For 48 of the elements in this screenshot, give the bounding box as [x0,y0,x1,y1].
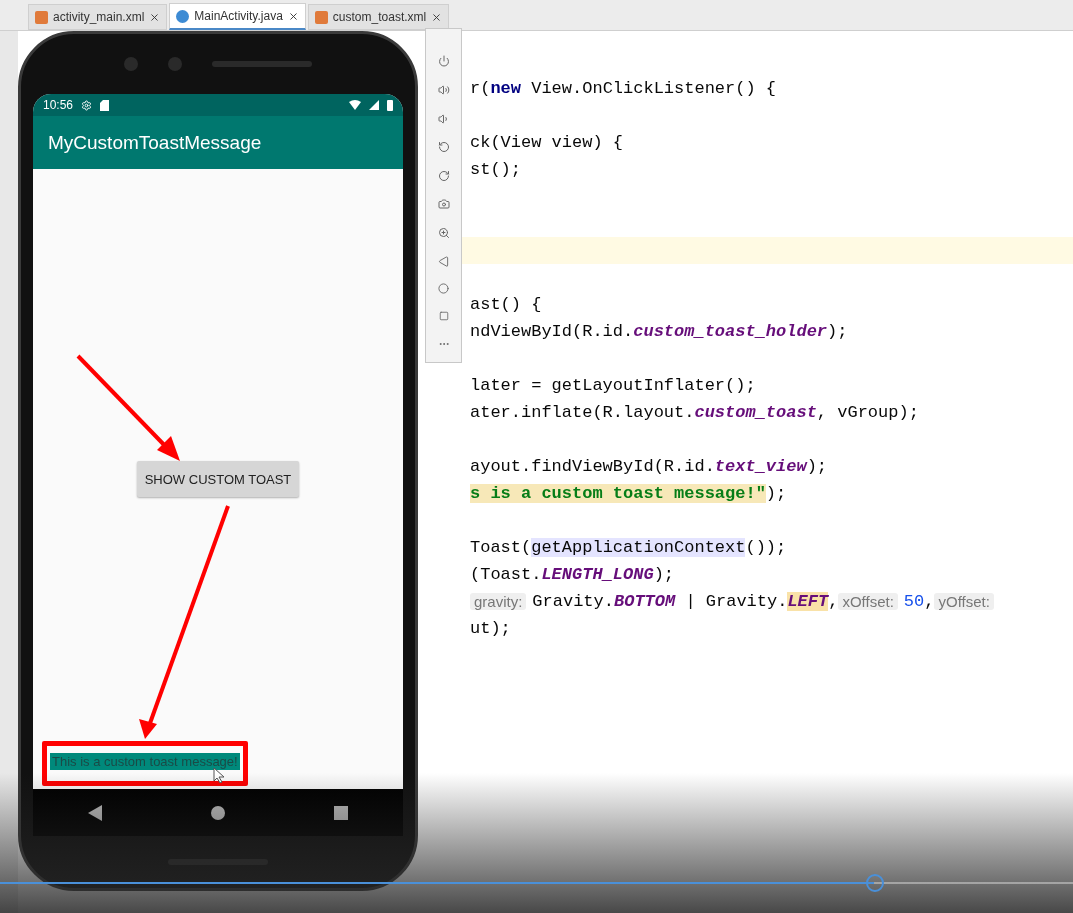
mouse-cursor-icon [213,767,225,783]
code-line: ayout.findViewById(R.id.text_view); [470,456,829,478]
status-time: 10:56 [43,98,74,112]
zoom-icon[interactable] [437,227,450,240]
signal-icon [369,100,379,110]
xml-file-icon [35,10,48,24]
camera-icon [168,57,182,71]
battery-icon [387,99,393,111]
tab-label: MainActivity.java [194,9,283,23]
code-line: ndViewById(R.id.custom_toast_holder); [470,321,849,343]
close-icon[interactable] [287,10,299,22]
volume-down-icon[interactable] [437,112,450,125]
tab-label: custom_toast.xml [332,10,427,24]
power-icon[interactable] [437,55,450,68]
overview-icon[interactable] [334,805,349,820]
volume-up-icon[interactable] [437,83,450,96]
home-icon[interactable] [438,283,449,295]
progress-thumb[interactable] [866,874,885,892]
code-line: ck(View view) { [470,132,625,154]
show-toast-button[interactable]: SHOW CUSTOM TOAST [136,461,300,497]
rotate-right-icon[interactable] [437,169,450,182]
xml-file-icon [314,10,328,24]
code-line: r(new View.OnClickListener() { [470,78,778,100]
editor-tab[interactable]: MainActivity.java [169,3,306,30]
wifi-icon [349,100,361,110]
tab-label: activity_main.xml [53,10,145,24]
toast-message: This is a custom toast message! [50,753,240,770]
editor-tab[interactable]: custom_toast.xml [307,4,450,30]
home-icon[interactable] [211,805,225,820]
gear-icon [81,99,93,111]
close-icon[interactable] [149,11,161,23]
close-icon[interactable] [431,11,443,23]
code-line: ater.inflate(R.layout.custom_toast, vGroup); [470,402,920,424]
code-line: st(); [470,159,522,181]
back-icon[interactable] [438,255,449,267]
editor-tab[interactable]: activity_main.xml [28,4,168,30]
camera-icon[interactable] [437,198,450,211]
rotate-left-icon[interactable] [437,141,450,154]
app-title: MyCustomToastMessage [48,131,262,154]
code-line: ast() { [470,294,543,316]
sd-card-icon [100,99,110,111]
code-line: ut); [470,618,512,640]
back-icon[interactable] [87,804,102,821]
code-line: later = getLayoutInflater(); [470,375,757,397]
camera-icon [124,57,138,71]
code-line: (Toast.LENGTH_LONG); [470,564,676,586]
code-line: gravity: Gravity.BOTTOM | Gravity.LEFT, xOffset: 50, yOffset: [470,588,1073,615]
class-icon [176,9,190,23]
